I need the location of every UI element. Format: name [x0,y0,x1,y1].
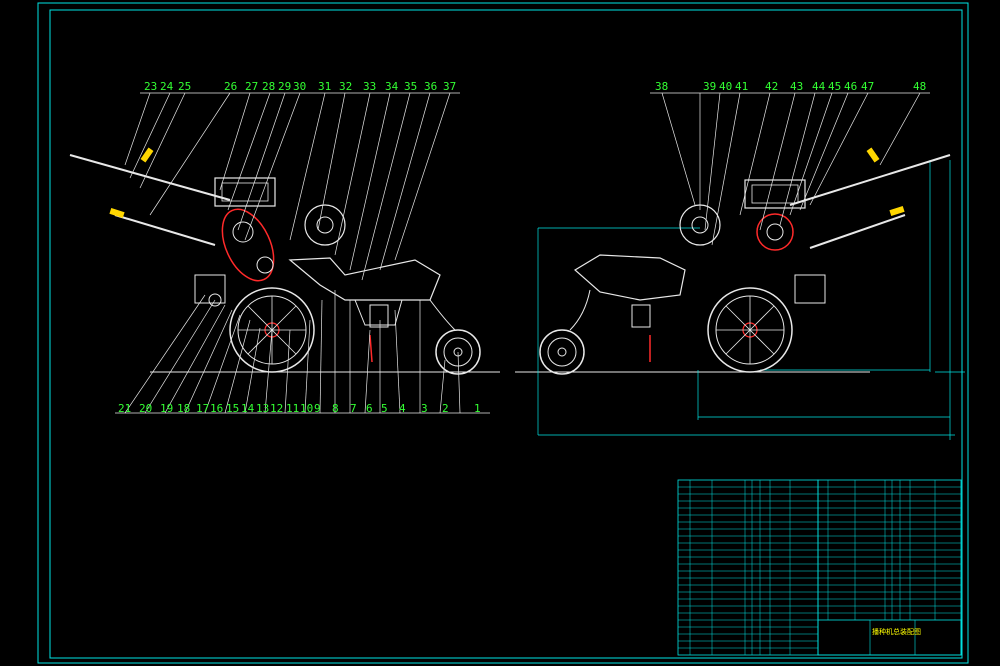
handle-grip-icon [889,205,905,217]
callout-label: 48 [913,80,926,93]
callout-label: 3 [421,402,428,415]
inner-border [49,9,963,659]
callout-label: 17 [196,402,209,415]
callout-label: 14 [241,402,255,415]
callout-label: 8 [332,402,339,415]
drawing-title: 播种机总装配图 [872,627,921,636]
callout-label: 24 [160,80,174,93]
handle-grip-icon [866,147,880,163]
callout-label: 19 [160,402,173,415]
cad-drawing: 23 24 25 26 27 28 29 30 31 32 33 34 35 3… [37,2,969,664]
right-assembly-view: 38 39 40 41 42 43 44 45 46 47 48 [515,80,965,440]
callout-label: 35 [404,80,417,93]
callout-label: 39 [703,80,716,93]
callout-label: 47 [861,80,874,93]
callout-label: 6 [366,402,373,415]
left-top-callouts: 23 24 25 26 27 28 29 30 31 32 33 34 35 3… [144,80,456,93]
callout-label: 5 [381,402,388,415]
callout-label: 36 [424,80,437,93]
callout-label: 21 [118,402,131,415]
parts-list-table: 播种机总装配图 [677,479,962,656]
callout-label: 12 [270,402,283,415]
handle-grip-icon [140,147,154,163]
callout-label: 18 [177,402,190,415]
callout-label: 7 [350,402,357,415]
callout-label: 41 [735,80,748,93]
callout-label: 20 [139,402,152,415]
callout-label: 23 [144,80,157,93]
callout-label: 11 [286,402,299,415]
callout-label: 34 [385,80,399,93]
callout-label: 9 [314,402,321,415]
callout-label: 13 [256,402,269,415]
press-wheel-right [539,329,585,375]
callout-label: 43 [790,80,803,93]
callout-label: 28 [262,80,275,93]
callout-label: 32 [339,80,352,93]
callout-label: 16 [210,402,223,415]
callout-label: 46 [844,80,857,93]
callout-label: 25 [178,80,191,93]
callout-label: 26 [224,80,237,93]
callout-label: 31 [318,80,331,93]
callout-label: 2 [442,402,449,415]
callout-label: 42 [765,80,778,93]
callout-label: 33 [363,80,376,93]
callout-label: 27 [245,80,258,93]
left-assembly-view: 23 24 25 26 27 28 29 30 31 32 33 34 35 3… [69,80,500,415]
right-top-callouts: 38 39 40 41 42 43 44 45 46 47 48 [655,80,926,93]
callout-label: 40 [719,80,732,93]
callout-label: 29 [278,80,291,93]
callout-label: 10 [300,402,313,415]
callout-label: 15 [226,402,239,415]
callout-label: 1 [474,402,481,415]
callout-label: 37 [443,80,456,93]
left-bottom-callouts: 21 20 19 18 17 16 15 14 13 12 11 10 9 8 … [118,402,481,415]
callout-label: 38 [655,80,668,93]
callout-label: 30 [293,80,306,93]
callout-label: 44 [812,80,826,93]
callout-label: 4 [399,402,406,415]
callout-label: 45 [828,80,841,93]
